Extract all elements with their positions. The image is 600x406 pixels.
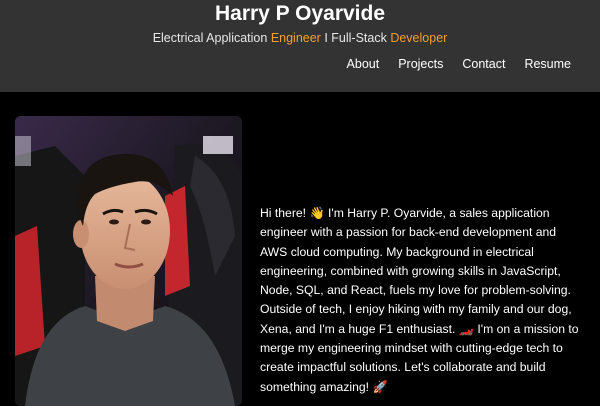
about-bio: Hi there! 👋 I'm Harry P. Oyarvide, a sal…: [260, 206, 579, 394]
main-nav: About Projects Contact Resume: [347, 56, 571, 72]
tagline-text-2: I Full-Stack: [320, 31, 391, 45]
nav-link-resume[interactable]: Resume: [524, 56, 571, 72]
nav-link-projects[interactable]: Projects: [398, 56, 443, 72]
nav-link-about[interactable]: About: [347, 56, 380, 72]
nav-link-contact[interactable]: Contact: [462, 56, 505, 72]
portrait-photo-icon: [15, 116, 242, 406]
tagline-text: Electrical Application: [152, 31, 271, 45]
site-title: Harry P Oyarvide: [214, 2, 386, 25]
site-header: Harry P Oyarvide Electrical Application …: [0, 0, 600, 92]
tagline-accent-engineer: Engineer: [270, 31, 321, 45]
tagline: Electrical Application Engineer I Full-S…: [0, 30, 600, 46]
tagline-accent-developer: Developer: [390, 31, 448, 45]
profile-photo: [15, 116, 242, 406]
